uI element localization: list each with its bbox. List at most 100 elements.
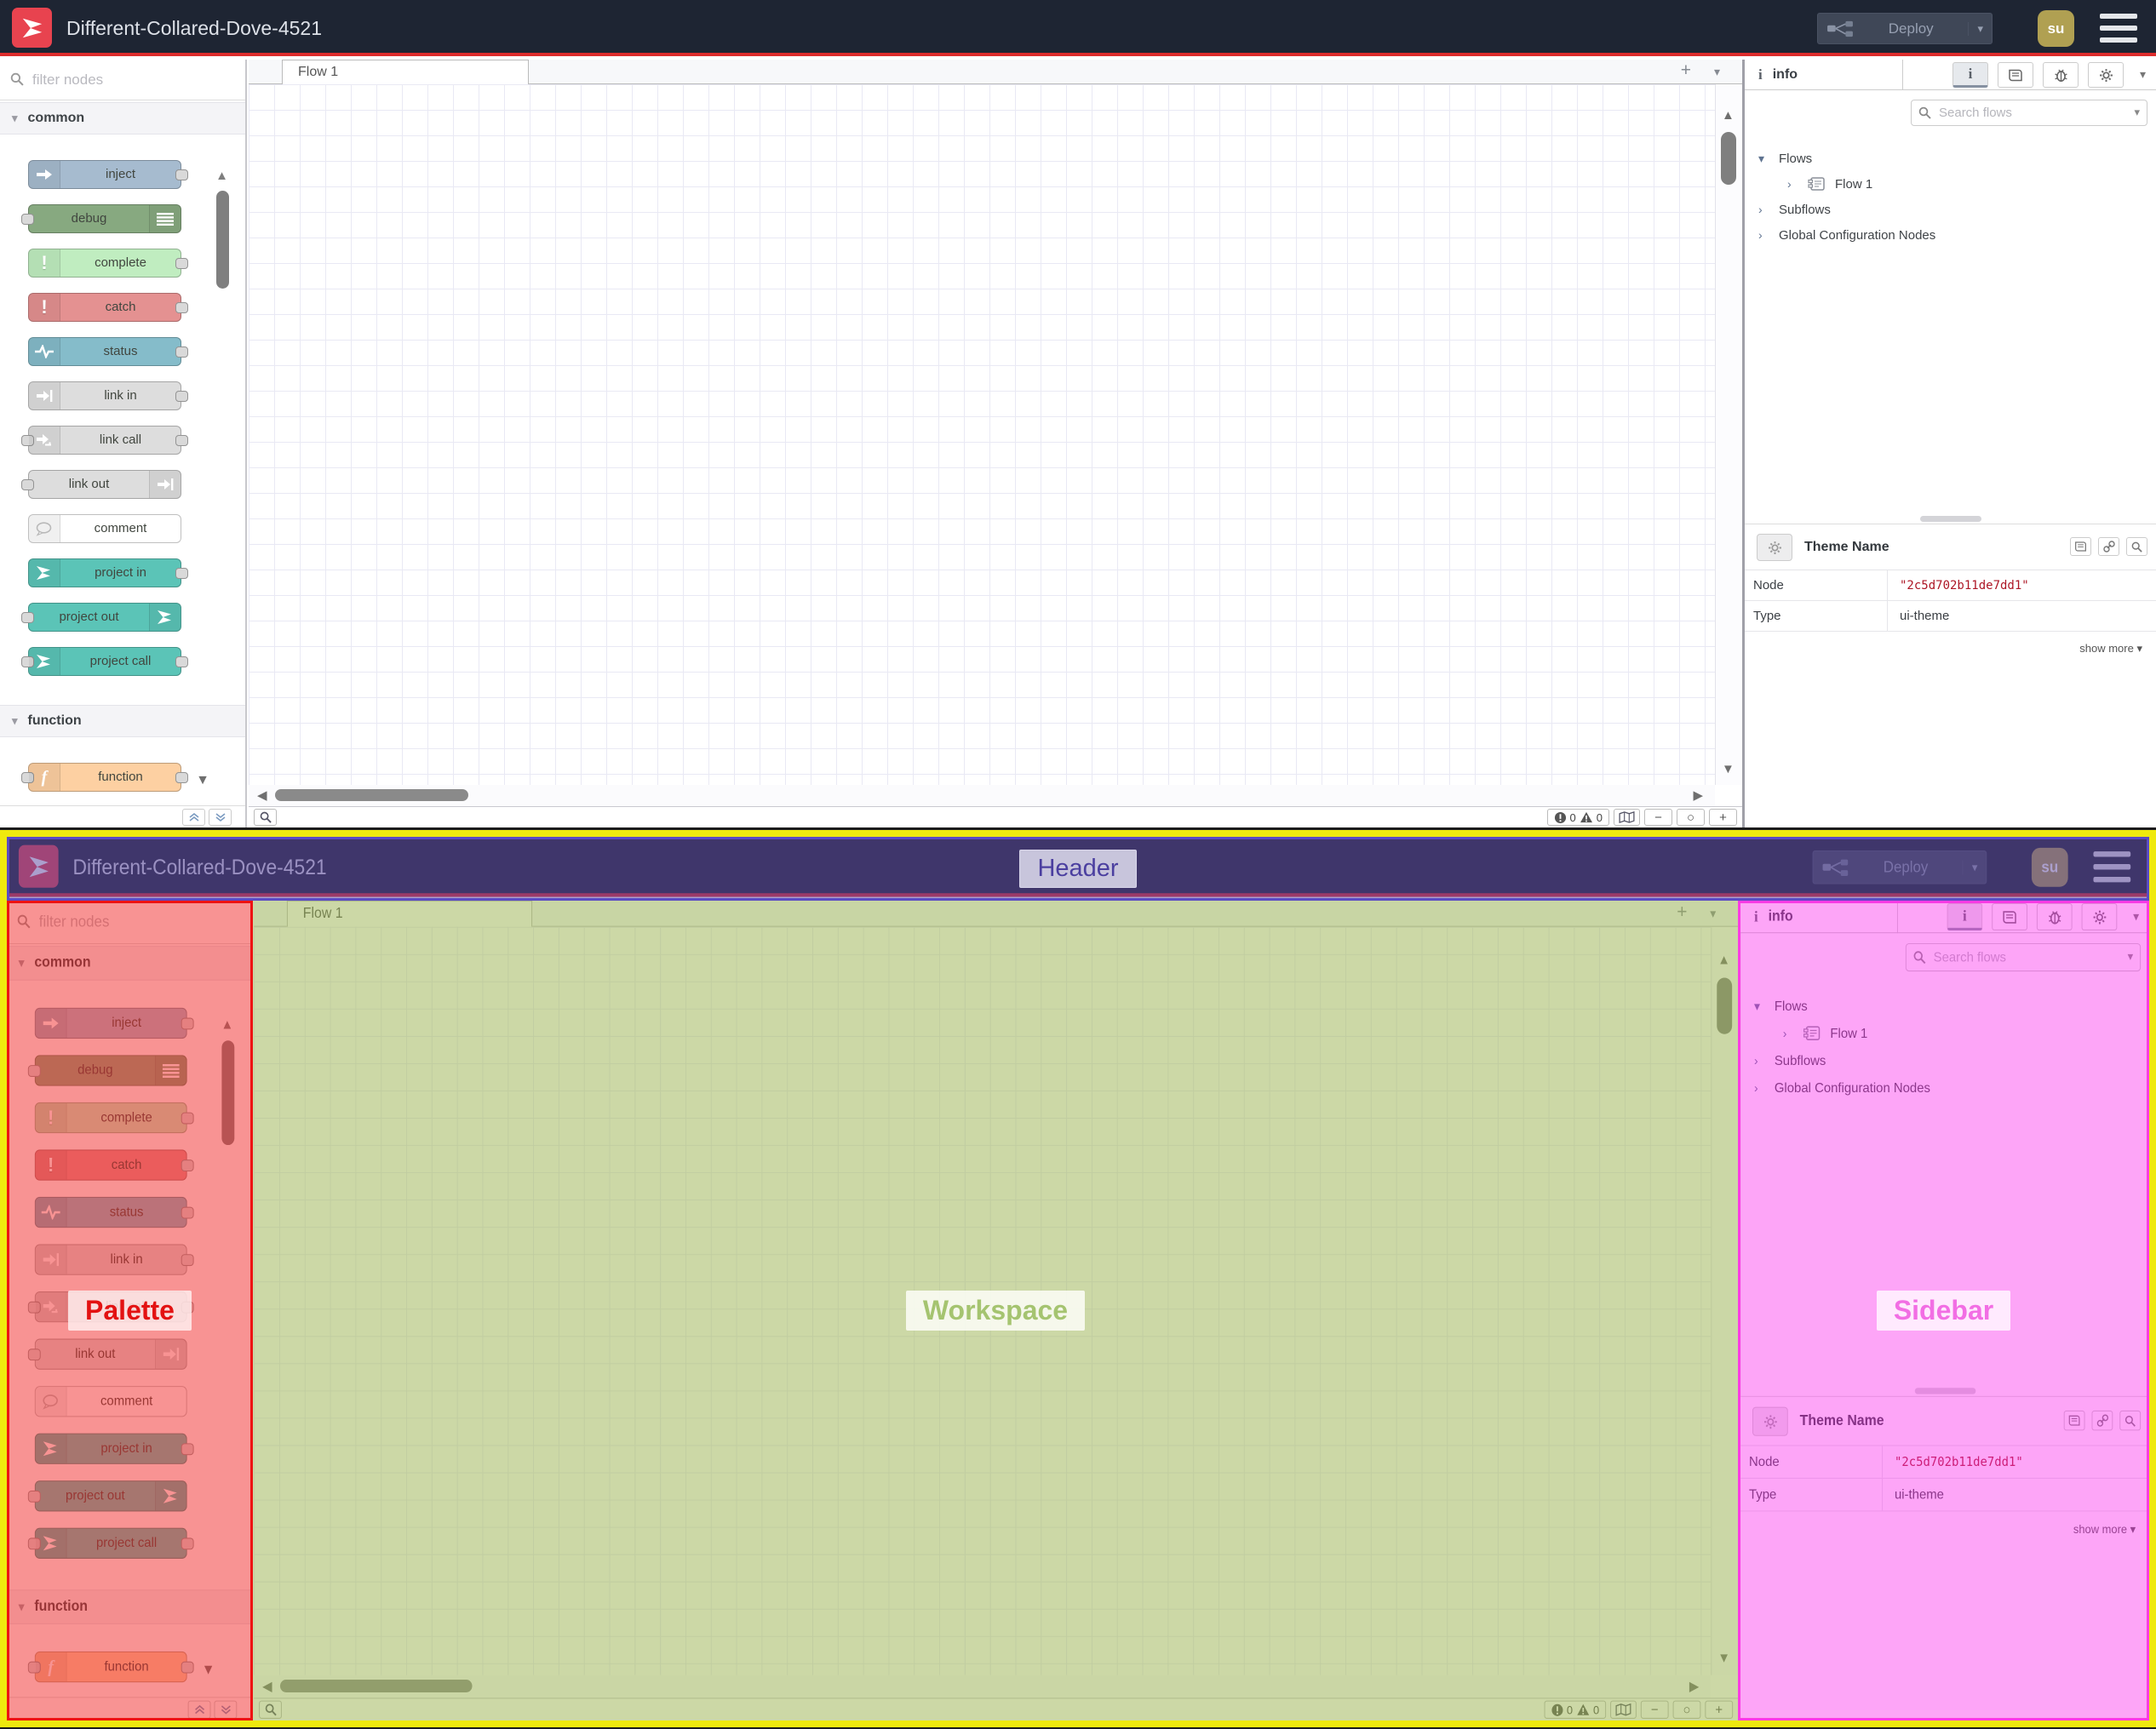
annotated-region: Different-Collared-Dove-4521 Deploy ▾ su…	[0, 827, 2156, 1729]
palette-node-project-out[interactable]: project out	[21, 603, 181, 632]
canvas-search-button[interactable]	[254, 809, 277, 826]
search-flows-input[interactable]	[1911, 100, 2147, 126]
palette: ▾common inject debug !complete !catch status l…	[0, 60, 247, 827]
node-id-value[interactable]: "2c5d702b11de7dd1"	[1888, 570, 2029, 600]
workspace-vertical-scrollbar[interactable]: ▲ ▼	[1715, 84, 1742, 785]
tab-info[interactable]: i info	[1745, 60, 1903, 90]
palette-node-label: link call	[99, 432, 142, 447]
palette-node-link-call[interactable]: link call	[21, 426, 188, 455]
zoom-in-button[interactable]: +	[1709, 809, 1737, 826]
palette-category-function[interactable]: ▾function	[0, 705, 245, 737]
palette-node-label: project in	[95, 565, 146, 580]
palette-node-link-out[interactable]: link out	[21, 470, 181, 499]
minimap-button[interactable]	[1614, 809, 1640, 826]
header-region-overlay: Header	[7, 837, 2149, 901]
flow-icon	[1808, 177, 1825, 191]
flow-canvas[interactable]	[249, 84, 1715, 785]
sidebar-tabs-chevron-icon[interactable]: ▾	[2140, 67, 2146, 82]
detail-row-type: Type ui-theme	[1745, 601, 2156, 632]
flow-list-chevron-icon[interactable]: ▾	[1714, 65, 1720, 79]
workspace-footer: 0 0 − ○ +	[249, 806, 1742, 827]
scroll-up-icon[interactable]: ▲	[1722, 108, 1735, 123]
info-icon: i	[1968, 66, 1973, 82]
palette-node-label: project out	[59, 610, 119, 624]
palette-node-inject[interactable]: inject	[28, 160, 188, 189]
sidebar-tab-bar: i info i ▾	[1745, 60, 2156, 90]
tab-flow-1[interactable]: Flow 1	[282, 60, 529, 84]
palette-node-function[interactable]: ffunction	[21, 763, 188, 792]
warning-count: 0	[1596, 810, 1603, 824]
node-red-editor: Different-Collared-Dove-4521 Deploy ▾ su…	[0, 0, 2156, 827]
palette-node-label: comment	[94, 521, 147, 535]
detail-row-node: Node "2c5d702b11de7dd1"	[1745, 570, 2156, 601]
palette-node-status[interactable]: status	[28, 337, 188, 366]
collapse-all-button[interactable]	[182, 808, 205, 826]
add-flow-button[interactable]: +	[1681, 60, 1691, 81]
tree-item-flow-1[interactable]: › Flow 1	[1745, 171, 2156, 197]
tab-info-label: info	[1772, 67, 1798, 82]
scrollbar-thumb[interactable]	[275, 789, 468, 801]
chevron-down-icon[interactable]: ▾	[1968, 21, 1983, 36]
palette-node-label: project call	[89, 654, 152, 668]
deploy-label: Deploy	[1888, 20, 1934, 37]
book-icon	[2075, 541, 2086, 552]
palette-node-catch[interactable]: !catch	[28, 293, 188, 322]
sidebar-tab-info-button[interactable]: i	[1952, 62, 1988, 88]
palette-node-label: debug	[71, 211, 107, 226]
tree-item-subflows[interactable]: › Subflows	[1745, 197, 2156, 222]
sidebar-tab-debug-button[interactable]	[2043, 62, 2079, 88]
sidebar-tab-help-button[interactable]	[1998, 62, 2033, 88]
palette-node-link-in[interactable]: link in	[28, 381, 188, 410]
chevron-down-icon[interactable]: ▾	[2134, 106, 2140, 119]
config-node-button[interactable]	[1757, 534, 1792, 561]
user-avatar[interactable]: su	[2038, 10, 2074, 47]
expand-all-button[interactable]	[209, 808, 232, 826]
node-type-value: ui-theme	[1900, 609, 1950, 623]
chevron-down-icon: ▾	[2136, 642, 2142, 655]
palette-node-complete[interactable]: !complete	[28, 249, 188, 278]
palette-node-label: link in	[104, 388, 137, 403]
zoom-reset-button[interactable]: ○	[1677, 809, 1705, 826]
main-menu-icon[interactable]	[2100, 14, 2137, 43]
palette-node-debug[interactable]: debug	[21, 204, 181, 233]
node-detail-panel: Theme Name Node "2c5d702b11de7dd1" Type …	[1745, 524, 2156, 827]
scroll-up-icon[interactable]: ▲	[215, 169, 228, 183]
workspace-horizontal-scrollbar[interactable]: ◀ ▶	[249, 785, 1715, 806]
status-counts[interactable]: 0 0	[1546, 809, 1609, 826]
deploy-button[interactable]: Deploy ▾	[1817, 13, 1993, 44]
chevron-right-icon: ›	[1787, 177, 1792, 191]
scrollbar-thumb[interactable]	[1721, 132, 1736, 185]
palette-scrollbar-thumb[interactable]	[216, 191, 229, 289]
sidebar: i info i ▾ Search flows ▾ ▾ Flows › Flow…	[1742, 60, 2156, 827]
sidebar-tab-config-button[interactable]	[2088, 62, 2124, 88]
palette-node-label: status	[103, 344, 138, 358]
error-count: 0	[1569, 810, 1576, 824]
gear-icon	[2099, 68, 2113, 82]
gear-icon	[1768, 541, 1781, 554]
node-red-logo-icon[interactable]	[12, 8, 52, 48]
scroll-down-icon[interactable]: ▼	[1722, 762, 1735, 776]
palette-filter-input[interactable]	[0, 60, 245, 100]
show-more-link[interactable]: show more ▾	[1745, 632, 2156, 666]
palette-node-project-in[interactable]: project in	[28, 558, 188, 587]
book-icon	[2009, 69, 2022, 81]
palette-scroll-area[interactable]: ▾common inject debug !complete !catch status l…	[0, 100, 245, 805]
scroll-left-icon[interactable]: ◀	[257, 787, 267, 803]
palette-node-label: link out	[68, 477, 110, 491]
tree-item-flows[interactable]: ▾ Flows	[1745, 146, 2156, 171]
zoom-out-button[interactable]: −	[1644, 809, 1672, 826]
find-node-button[interactable]	[2126, 537, 2147, 556]
scroll-right-icon[interactable]: ▶	[1693, 787, 1703, 803]
deploy-wires-icon	[1827, 20, 1853, 37]
link-button[interactable]	[2098, 537, 2119, 556]
palette-node-comment[interactable]: comment	[28, 514, 181, 543]
tree-item-global-config[interactable]: › Global Configuration Nodes	[1745, 222, 2156, 248]
chevron-down-icon: ▾	[12, 714, 18, 727]
node-help-button[interactable]	[2070, 537, 2091, 556]
palette-node-project-call[interactable]: project call	[21, 647, 188, 676]
warning-icon	[1580, 811, 1592, 823]
palette-category-common[interactable]: ▾common	[0, 102, 245, 135]
node-red-logo-glyph	[22, 18, 42, 37]
palette-node-label: function	[98, 770, 143, 784]
scroll-down-icon[interactable]: ▼	[196, 773, 209, 788]
